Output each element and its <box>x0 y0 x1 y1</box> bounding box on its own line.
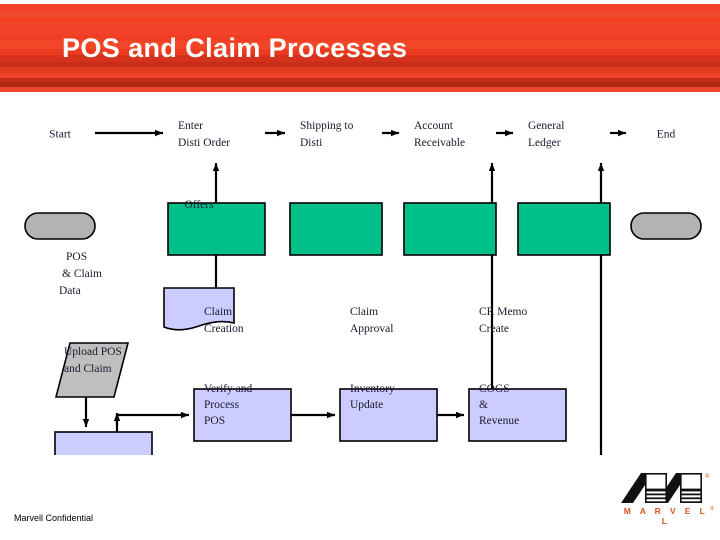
node-claim-appr-line1: Claim <box>350 306 378 318</box>
marvell-m-icon: ® <box>621 473 710 503</box>
node-cogs-line1: COGS <box>479 383 510 395</box>
slide-canvas: POS and Claim Processes Start Enter Dist… <box>0 0 720 540</box>
node-start-label: Start <box>49 129 72 141</box>
node-pos-claim-line3: Data <box>59 285 81 297</box>
node-pos-claim-line1: POS <box>66 251 87 263</box>
node-shipping-line1: Shipping to <box>300 120 354 132</box>
confidential-footer: Marvell Confidential <box>14 513 94 523</box>
page-title: POS and Claim Processes <box>62 33 408 63</box>
flowchart: Start Enter Disti Order Shipping to Dist… <box>0 95 720 455</box>
node-enter-disti-line1: Enter <box>178 120 203 132</box>
node-upload-pos-and-claim[interactable]: Upload POS and Claim <box>54 346 153 455</box>
node-pos-claim-line2: & Claim <box>62 268 102 280</box>
node-inventory-line1: Inventory <box>350 383 395 395</box>
marvell-logo: ® M A R V E L L ® <box>620 472 714 526</box>
node-end[interactable]: End <box>630 129 702 240</box>
node-upload-line1: Upload POS <box>64 346 122 358</box>
banner-stripe <box>0 22 720 29</box>
node-claim-create-line1: Claim <box>204 306 232 318</box>
node-offers-label: Offers <box>184 199 214 211</box>
registered-mark: ® <box>710 506 714 512</box>
node-account-rec-line1: Account <box>414 120 454 132</box>
node-cogs-line3: Revenue <box>479 415 519 427</box>
node-pos-claim-data[interactable]: POS & Claim Data <box>54 251 130 398</box>
banner-stripe <box>0 4 720 11</box>
node-account-rec-line2: Receivable <box>414 137 465 149</box>
node-enter-disti-line2: Disti Order <box>178 137 230 149</box>
node-gen-ledger-line2: Ledger <box>528 137 561 149</box>
node-verify-line1: Verify and <box>204 383 252 395</box>
node-cogs-line2: & <box>479 399 488 411</box>
node-verify-line2: Process <box>204 399 240 411</box>
node-shipping-line2: Disti <box>300 137 322 149</box>
node-general-ledger[interactable]: General Ledger <box>517 120 611 256</box>
node-start[interactable]: Start <box>24 129 96 240</box>
node-account-receivable[interactable]: Account Receivable <box>403 120 497 256</box>
node-cr-memo-line1: CR Memo <box>479 306 527 318</box>
node-upload-line2: and Claim <box>64 363 112 375</box>
node-claim-approval[interactable]: Claim Approval <box>339 306 438 442</box>
node-inventory-line2: Update <box>350 399 383 411</box>
node-claim-appr-line2: Approval <box>350 323 393 335</box>
node-verify-line3: POS <box>204 415 225 427</box>
node-end-label: End <box>657 129 676 141</box>
node-claim-create-line2: Creation <box>204 323 244 335</box>
title-banner: POS and Claim Processes <box>0 0 720 95</box>
edge-upload-to-claim-create <box>115 411 189 432</box>
svg-text:®: ® <box>705 473 710 480</box>
node-gen-ledger-line1: General <box>528 120 564 132</box>
node-shipping-to-disti[interactable]: Shipping to Disti <box>289 120 383 256</box>
marvell-wordmark: M A R V E L L <box>623 506 709 526</box>
node-cr-memo-line2: Create <box>479 323 509 335</box>
